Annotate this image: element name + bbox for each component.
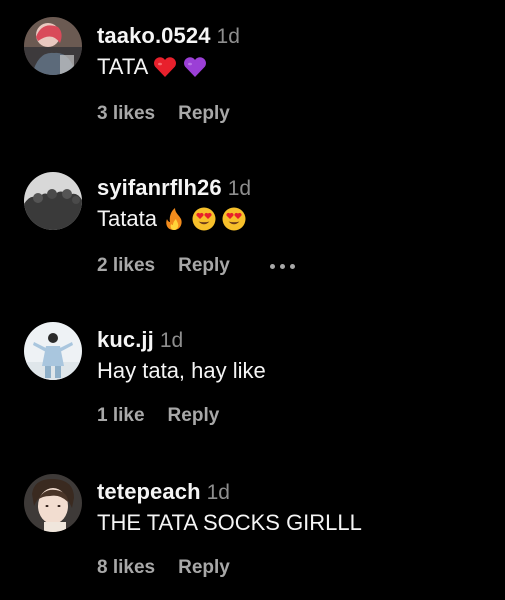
timestamp: 1d bbox=[206, 481, 230, 504]
likes-count[interactable]: 2 likes bbox=[97, 255, 155, 277]
timestamp: 1d bbox=[216, 25, 240, 48]
username[interactable]: tetepeach bbox=[97, 479, 201, 504]
comment-text-content: Hay tata, hay like bbox=[97, 358, 266, 383]
comment-header: kuc.jj 1d bbox=[97, 326, 266, 354]
heart-eyes-emoji bbox=[221, 206, 247, 232]
comment-text-content: Tatata bbox=[97, 206, 157, 231]
reply-button[interactable]: Reply bbox=[178, 255, 230, 277]
username[interactable]: kuc.jj bbox=[97, 327, 154, 352]
avatar[interactable] bbox=[24, 17, 82, 75]
reply-button[interactable]: Reply bbox=[178, 103, 230, 125]
comment-text: TATA bbox=[97, 52, 240, 82]
timestamp: 1d bbox=[227, 177, 252, 200]
purple-heart-emoji bbox=[182, 54, 208, 80]
timestamp: 1d bbox=[159, 329, 184, 352]
red-heart-emoji bbox=[152, 54, 178, 80]
reply-button[interactable]: Reply bbox=[168, 405, 220, 427]
username[interactable]: syifanrflh26 bbox=[97, 175, 222, 200]
avatar[interactable] bbox=[24, 322, 82, 380]
likes-count[interactable]: 1 like bbox=[97, 405, 145, 427]
comment-text: Hay tata, hay like bbox=[97, 356, 266, 386]
comment-actions: 8 likes Reply bbox=[97, 557, 230, 579]
likes-count[interactable]: 8 likes bbox=[97, 557, 155, 579]
comment-text: THE TATA SOCKS GIRLLL bbox=[97, 508, 362, 538]
avatar[interactable] bbox=[24, 474, 82, 532]
reply-button[interactable]: Reply bbox=[178, 557, 230, 579]
likes-count[interactable]: 3 likes bbox=[97, 103, 155, 125]
username[interactable]: taako.0524 bbox=[97, 23, 211, 48]
comment-actions: 2 likes Reply bbox=[97, 255, 295, 277]
avatar[interactable] bbox=[24, 172, 82, 230]
comment-text: Tatata bbox=[97, 204, 251, 234]
comment-header: taako.0524 1d bbox=[97, 22, 240, 50]
fire-emoji bbox=[161, 206, 187, 232]
comment-actions: 1 like Reply bbox=[97, 405, 219, 427]
comment-header: syifanrflh26 1d bbox=[97, 174, 251, 202]
more-options-icon[interactable] bbox=[269, 263, 295, 269]
heart-eyes-emoji bbox=[191, 206, 217, 232]
comment-header: tetepeach 1d bbox=[97, 478, 362, 506]
comment-text-content: THE TATA SOCKS GIRLLL bbox=[97, 510, 362, 535]
comment-text-content: TATA bbox=[97, 54, 149, 79]
comment-actions: 3 likes Reply bbox=[97, 103, 230, 125]
